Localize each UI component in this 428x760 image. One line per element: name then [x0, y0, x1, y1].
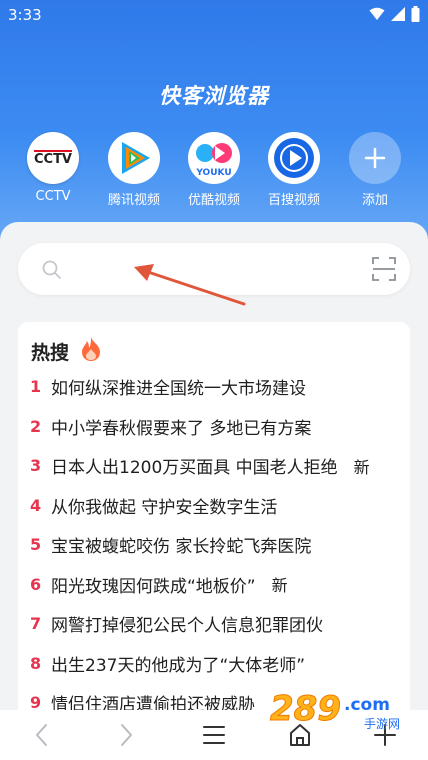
shortcut-baisou-video[interactable]: 百搜视频: [259, 132, 329, 208]
hot-search-list: 1 如何纵深推进全国统一大市场建设 2 中小学春秋假要来了 多地已有方案 3 日…: [18, 367, 410, 722]
hot-rank: 6: [30, 574, 42, 594]
watermark-logo: 289 .com 手游网: [270, 689, 401, 732]
plus-icon: [349, 132, 401, 184]
hot-text: 出生237天的他成为了“大体老师”: [51, 655, 306, 676]
hot-text: 阳光玫瑰因何跌成“地板价”: [51, 576, 256, 597]
shortcut-label: 优酷视频: [187, 193, 240, 208]
shortcut-row: CCTV CCTV 腾讯视频 YOUKU 优酷视频 百搜视频 添加: [0, 132, 428, 212]
svg-text:.com: .com: [344, 695, 390, 715]
search-icon[interactable]: [42, 260, 62, 280]
shortcut-tencent-video[interactable]: 腾讯视频: [99, 132, 169, 208]
fire-icon: [82, 337, 100, 361]
annotation-arrow-icon: [134, 264, 246, 306]
hot-search-card: 热搜 1 如何纵深推进全国统一大市场建设 2 中小学春秋假要来了 多地已有方案 …: [18, 322, 410, 722]
hot-rank: 5: [30, 535, 42, 555]
status-icons: [369, 6, 420, 22]
new-badge: 新: [353, 457, 370, 477]
shortcut-youku[interactable]: YOUKU 优酷视频: [179, 132, 249, 208]
hot-search-item[interactable]: 4 从你我做起 守护安全数字生活: [18, 486, 410, 526]
wifi-icon: [369, 7, 385, 20]
svg-text:CCTV: CCTV: [34, 152, 72, 167]
svg-text:YOUKU: YOUKU: [195, 168, 231, 178]
baisou-video-logo-icon: [268, 132, 320, 184]
app-title: 快客浏览器: [159, 84, 269, 108]
hot-rank: 4: [30, 495, 42, 515]
hot-rank: 3: [30, 456, 42, 476]
hot-text: 从你我做起 守护安全数字生活: [51, 497, 278, 518]
hot-text: 中小学春秋假要来了 多地已有方案: [51, 418, 312, 439]
shortcut-label: 添加: [361, 193, 388, 208]
svg-text:手游网: 手游网: [364, 717, 400, 731]
shortcut-label: CCTV: [35, 189, 71, 204]
hot-search-title: 热搜: [31, 342, 70, 364]
hot-text: 网警打掉侵犯公民个人信息犯罪团伙: [51, 616, 323, 637]
battery-icon: [411, 6, 420, 22]
hot-search-item[interactable]: 1 如何纵深推进全国统一大市场建设: [18, 367, 410, 407]
hot-search-item[interactable]: 6 阳光玫瑰因何跌成“地板价” 新: [18, 565, 410, 605]
menu-icon[interactable]: [203, 722, 225, 748]
hot-search-item[interactable]: 2 中小学春秋假要来了 多地已有方案: [18, 407, 410, 447]
hot-search-item[interactable]: 7 网警打掉侵犯公民个人信息犯罪团伙: [18, 604, 410, 644]
hot-text: 宝宝被蝮蛇咬伤 家长拎蛇飞奔医院: [51, 537, 312, 558]
hot-rank: 2: [30, 416, 42, 436]
status-bar: 3:33: [0, 0, 428, 30]
hot-search-item[interactable]: 3 日本人出1200万买面具 中国老人拒绝 新: [18, 446, 410, 486]
status-time: 3:33: [8, 6, 42, 24]
hot-search-item[interactable]: 8 出生237天的他成为了“大体老师”: [18, 644, 410, 684]
shortcut-cctv[interactable]: CCTV CCTV: [18, 132, 88, 204]
forward-icon[interactable]: [116, 722, 136, 748]
hot-text: 如何纵深推进全国统一大市场建设: [51, 379, 306, 400]
hot-rank: 7: [30, 614, 42, 634]
cctv-logo-icon: CCTV: [27, 132, 79, 184]
back-icon[interactable]: [32, 722, 52, 748]
shortcut-label: 百搜视频: [267, 193, 320, 208]
svg-text:289: 289: [270, 689, 341, 729]
header-background: [0, 0, 428, 250]
new-badge: 新: [271, 576, 288, 596]
hot-rank: 8: [30, 653, 42, 673]
hot-rank: 1: [30, 377, 42, 397]
hot-text: 日本人出1200万买面具 中国老人拒绝: [51, 458, 338, 479]
hot-search-item[interactable]: 5 宝宝被蝮蛇咬伤 家长拎蛇飞奔医院: [18, 525, 410, 565]
tencent-video-logo-icon: [108, 132, 160, 184]
shortcut-add[interactable]: 添加: [340, 132, 410, 208]
scan-icon[interactable]: [372, 257, 396, 281]
youku-logo-icon: YOUKU: [188, 132, 240, 184]
shortcut-label: 腾讯视频: [107, 193, 160, 208]
signal-icon: [391, 7, 405, 21]
